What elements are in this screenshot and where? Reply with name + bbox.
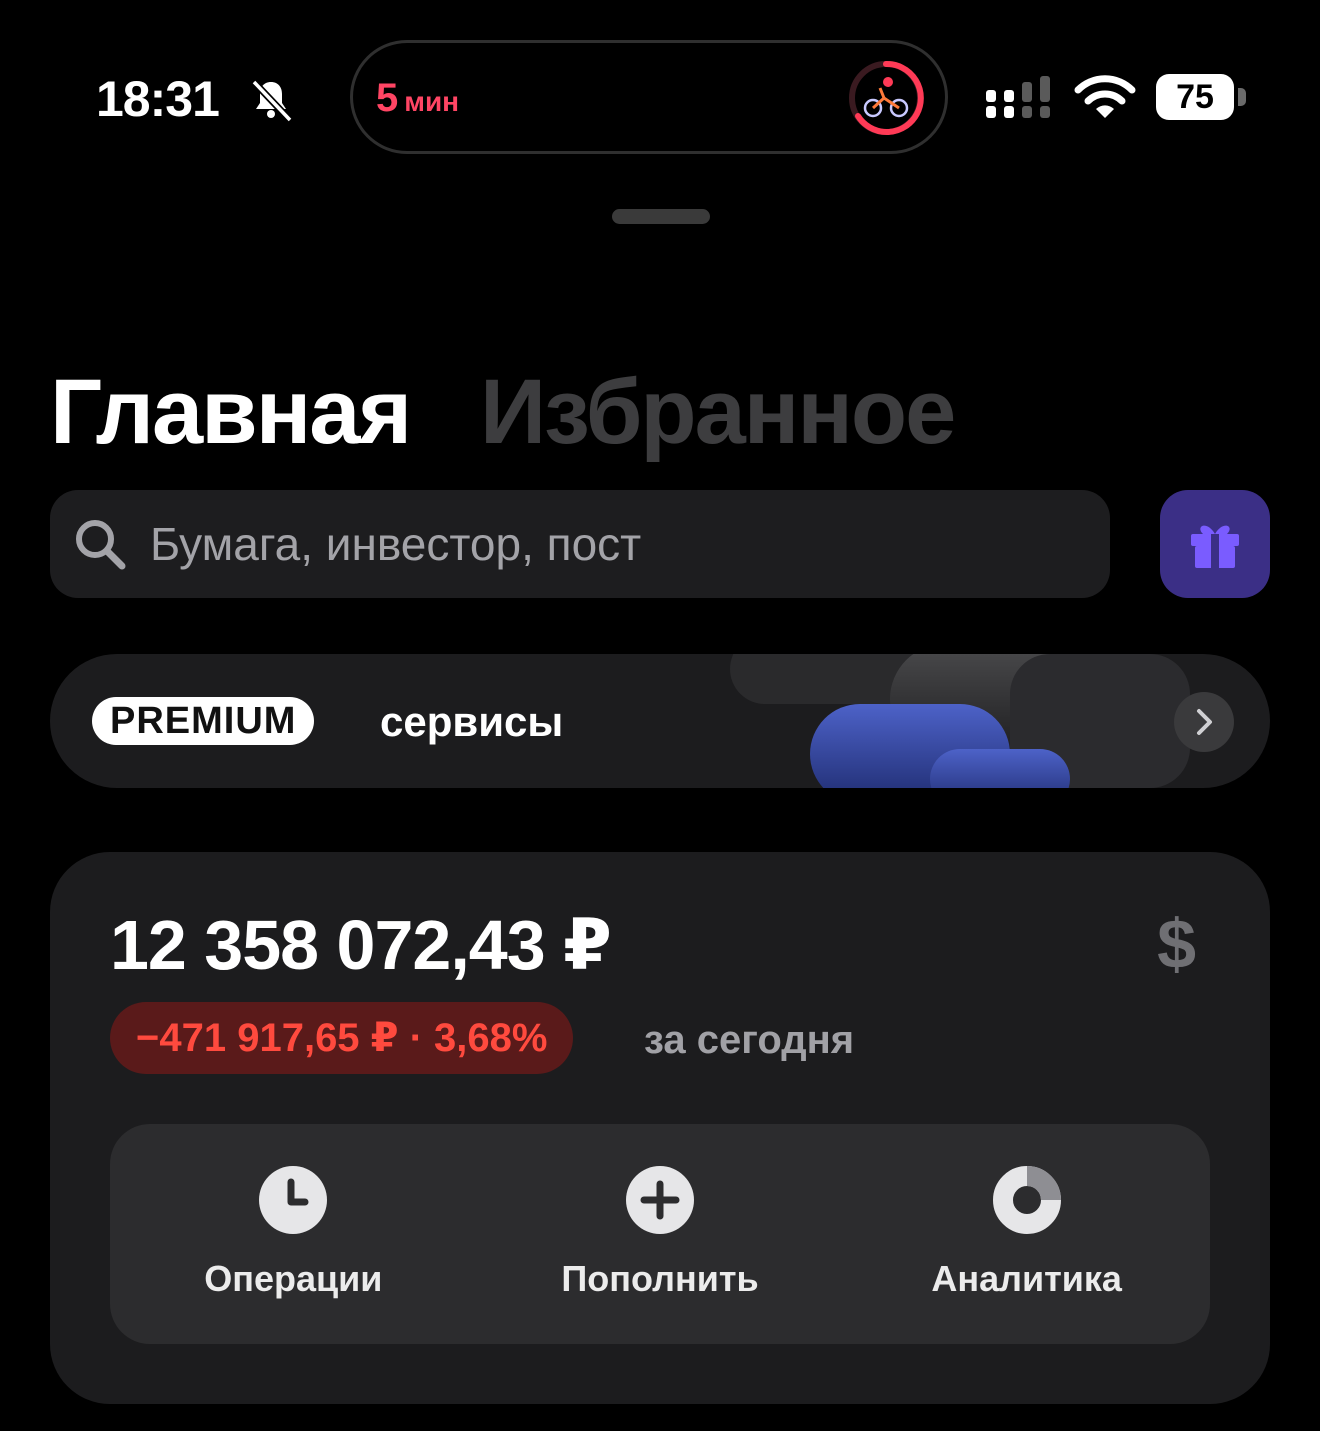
analytics-button[interactable]: Аналитика (843, 1124, 1210, 1344)
search-icon (76, 520, 126, 570)
timer-value: 5 (376, 76, 399, 120)
top-up-button[interactable]: Пополнить (477, 1124, 844, 1344)
wifi-icon (1074, 75, 1136, 118)
change-period-label: за сегодня (644, 1018, 855, 1062)
battery-icon: 75 (1156, 74, 1234, 120)
portfolio-actions: Операции Пополнить Аналитика (110, 1124, 1210, 1344)
search-bar[interactable] (50, 490, 1110, 598)
battery-tip (1238, 88, 1246, 106)
tab-favorites[interactable]: Избранное (480, 366, 956, 458)
tab-main[interactable]: Главная (50, 366, 412, 458)
search-input[interactable] (148, 516, 1052, 572)
portfolio-amount: 12 358 072,43 ₽ (110, 906, 612, 984)
gift-button[interactable] (1160, 490, 1270, 598)
premium-banner-art (730, 654, 1190, 788)
premium-services-banner[interactable]: PREMIUM сервисы (50, 654, 1270, 788)
activity-timer: 5 мин (376, 76, 459, 121)
premium-label: сервисы (380, 698, 564, 745)
top-up-label: Пополнить (561, 1258, 759, 1299)
bell-slash-icon (251, 79, 293, 123)
chevron-right-icon (1197, 709, 1212, 735)
analytics-label: Аналитика (931, 1258, 1122, 1299)
clock-icon (259, 1166, 328, 1234)
sheet-grabber[interactable] (612, 209, 710, 224)
plus-circle-icon (626, 1166, 694, 1234)
status-time: 18:31 (96, 71, 220, 127)
donut-chart-icon (992, 1166, 1061, 1234)
cycling-activity-icon (849, 60, 924, 135)
gift-icon (1191, 525, 1239, 568)
portfolio-card[interactable]: 12 358 072,43 ₽ $ −471 917,65 ₽ · 3,68% … (50, 852, 1270, 1404)
operations-label: Операции (204, 1258, 383, 1299)
operations-button[interactable]: Операции (110, 1124, 477, 1344)
premium-arrow-button[interactable] (1174, 692, 1234, 752)
daily-change-badge: −471 917,65 ₽ · 3,68% (110, 1002, 574, 1074)
signal-icon (986, 76, 1050, 118)
timer-unit: мин (404, 86, 460, 117)
premium-badge: PREMIUM (92, 697, 315, 745)
currency-switch-button[interactable]: $ (1157, 904, 1196, 984)
